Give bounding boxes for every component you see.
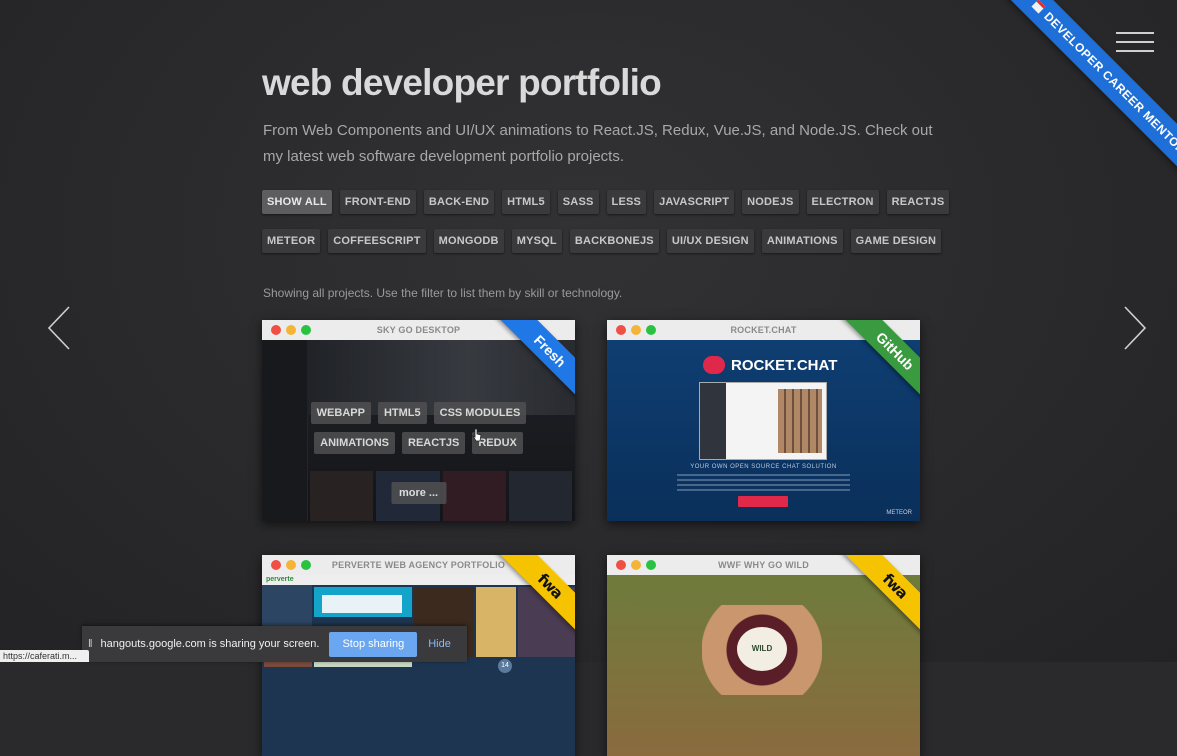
counter-badge: 14 bbox=[498, 659, 512, 673]
share-message: hangouts.google.com is sharing your scre… bbox=[100, 638, 320, 650]
filter-game-design[interactable]: GAME DESIGN bbox=[850, 229, 942, 253]
filter-show-all[interactable]: SHOW ALL bbox=[262, 190, 332, 214]
project-card-rocket-chat[interactable]: ROCKET.CHAT ROCKET.CHAT YOUR OWN OPEN SO… bbox=[607, 320, 920, 521]
ribbon-container: fwa bbox=[830, 555, 920, 645]
mentorship-ribbon-container[interactable]: DEVELOPER CAREER MENTORSHI bbox=[977, 0, 1177, 200]
filter-javascript[interactable]: JAVASCRIPT bbox=[654, 190, 735, 214]
next-arrow-icon[interactable] bbox=[1124, 306, 1146, 350]
filter-html5[interactable]: HTML5 bbox=[502, 190, 550, 214]
page-title: web developer portfolio bbox=[262, 62, 662, 103]
stop-sharing-button[interactable]: Stop sharing bbox=[329, 631, 418, 657]
project-tags: WEBAPP HTML5 CSS MODULES ANIMATIONS REAC… bbox=[262, 402, 575, 462]
filter-coffeescript[interactable]: COFFEESCRIPT bbox=[328, 229, 426, 253]
page-intro: From Web Components and UI/UX animations… bbox=[263, 122, 933, 165]
mentorship-ribbon-label: DEVELOPER CAREER MENTORSHI bbox=[1041, 9, 1177, 173]
fresh-ribbon: Fresh bbox=[494, 320, 575, 407]
filter-backbonejs[interactable]: BACKBONEJS bbox=[569, 229, 659, 253]
filter-ui-ux-design[interactable]: UI/UX DESIGN bbox=[666, 229, 754, 253]
fwa-ribbon: fwa bbox=[839, 555, 920, 642]
ribbon-container: Fresh bbox=[485, 320, 575, 410]
rocket-chat-logo: ROCKET.CHAT bbox=[703, 356, 837, 374]
calendar-icon bbox=[1031, 0, 1046, 14]
status-bar-url: https://caferati.m... bbox=[0, 650, 89, 662]
filter-meteor[interactable]: METEOR bbox=[262, 229, 321, 253]
filter-animations[interactable]: ANIMATIONS bbox=[761, 229, 843, 253]
filter-reactjs[interactable]: REACTJS bbox=[886, 190, 950, 214]
mentorship-ribbon[interactable]: DEVELOPER CAREER MENTORSHI bbox=[993, 0, 1177, 200]
filter-mysql[interactable]: MYSQL bbox=[511, 229, 562, 253]
showing-status-text: Showing all projects. Use the filter to … bbox=[263, 286, 623, 300]
screen-share-notification: ‖ hangouts.google.com is sharing your sc… bbox=[82, 626, 467, 662]
filter-front-end[interactable]: FRONT-END bbox=[339, 190, 416, 214]
fwa-ribbon: fwa bbox=[494, 555, 575, 642]
filter-sass[interactable]: SASS bbox=[557, 190, 599, 214]
filter-less[interactable]: LESS bbox=[606, 190, 647, 214]
filter-back-end[interactable]: BACK-END bbox=[423, 190, 495, 214]
hide-button[interactable]: Hide bbox=[428, 638, 451, 650]
app-preview bbox=[699, 382, 827, 460]
tag-reactjs[interactable]: REACTJS bbox=[402, 432, 466, 454]
ribbon-container: fwa bbox=[485, 555, 575, 645]
hamburger-menu-icon[interactable] bbox=[1116, 32, 1154, 52]
project-card-wwf[interactable]: WWF WHY GO WILD WILD fwa bbox=[607, 555, 920, 756]
mouse-pointer-icon bbox=[472, 428, 482, 442]
project-card-sky-go[interactable]: SKY GO DESKTOP WEBAPP HTML5 CSS MODULES … bbox=[262, 320, 575, 521]
previous-arrow-icon[interactable] bbox=[48, 306, 70, 350]
filter-bar: SHOW ALL FRONT-END BACK-END HTML5 SASS L… bbox=[262, 190, 950, 268]
tag-webapp[interactable]: WEBAPP bbox=[310, 402, 371, 424]
filter-mongodb[interactable]: MONGODB bbox=[433, 229, 504, 253]
tag-animations[interactable]: ANIMATIONS bbox=[314, 432, 395, 454]
rocket-chat-cta bbox=[738, 496, 788, 507]
more-button[interactable]: more ... bbox=[390, 482, 447, 504]
ribbon-container: GitHub bbox=[830, 320, 920, 410]
filter-electron[interactable]: ELECTRON bbox=[806, 190, 879, 214]
github-ribbon: GitHub bbox=[839, 320, 920, 407]
filter-row-1: SHOW ALL FRONT-END BACK-END HTML5 SASS L… bbox=[262, 190, 950, 214]
wild-badge: WILD bbox=[737, 627, 787, 671]
drag-handle-icon[interactable]: ‖ bbox=[88, 638, 93, 650]
filter-row-2: METEOR COFFEESCRIPT MONGODB MYSQL BACKBO… bbox=[262, 229, 942, 253]
rocket-chat-tagline: YOUR OWN OPEN SOURCE CHAT SOLUTION bbox=[690, 464, 837, 470]
chat-bubble-icon bbox=[703, 356, 725, 374]
filter-nodejs[interactable]: NODEJS bbox=[742, 190, 799, 214]
tag-html5[interactable]: HTML5 bbox=[377, 402, 427, 424]
meteor-footer: METEOR bbox=[886, 510, 912, 516]
